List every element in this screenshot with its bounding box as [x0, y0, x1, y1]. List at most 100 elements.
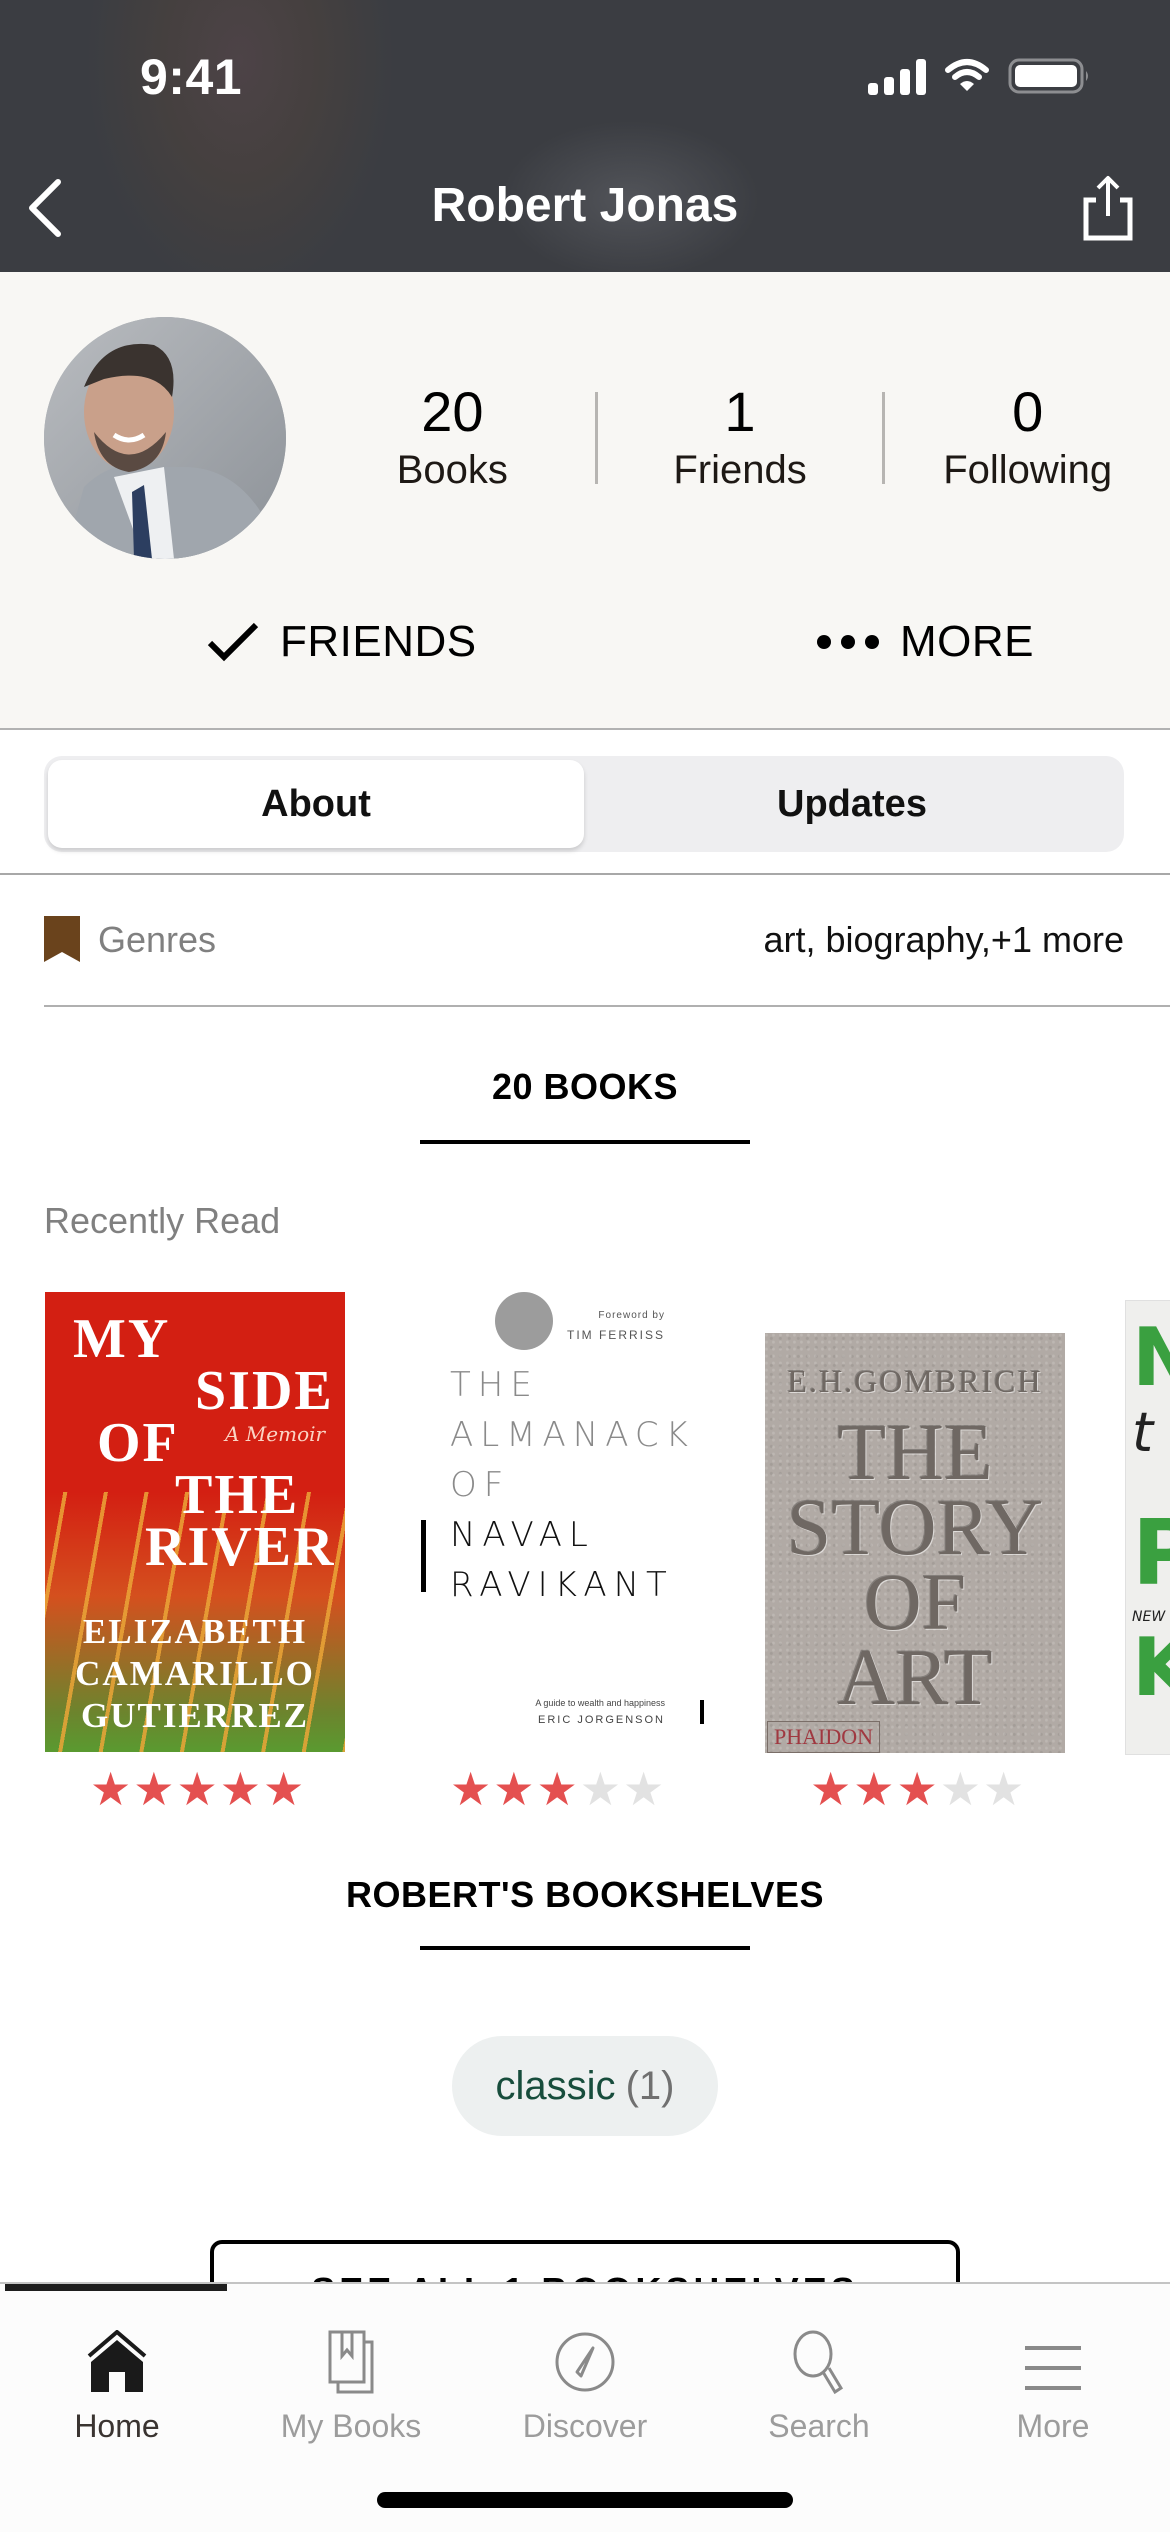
- star-empty-icon: ★: [579, 1763, 621, 1815]
- friends-count: 1: [724, 380, 756, 443]
- home-icon: [87, 2330, 147, 2392]
- cover-circle: [495, 1292, 553, 1350]
- search-icon: [793, 2330, 844, 2394]
- tab-discover[interactable]: Discover: [468, 2314, 702, 2454]
- shelf-name: classic: [495, 2063, 616, 2108]
- page-title: Robert Jonas: [431, 179, 739, 232]
- bookshelves-section-title[interactable]: ROBERT'S BOOKSHELVES: [0, 1874, 1170, 1916]
- tab-search[interactable]: Search: [702, 2314, 936, 2454]
- friends-button-label: FRIENDS: [280, 617, 477, 666]
- battery-icon: [1008, 58, 1088, 94]
- cover-title-line: RIVER: [145, 1516, 336, 1578]
- cover-bar: [421, 1520, 426, 1592]
- shelf-count: (1): [625, 2063, 675, 2108]
- star-filled-icon: ★: [90, 1763, 132, 1815]
- star-filled-icon: ★: [493, 1763, 535, 1815]
- more-dots-icon: [817, 635, 879, 649]
- star-filled-icon: ★: [536, 1763, 578, 1815]
- following-label: Following: [943, 448, 1113, 492]
- status-icons: [868, 56, 1092, 96]
- compass-icon: [555, 2332, 615, 2392]
- signal-icon: [868, 57, 926, 95]
- cover-author-line: CAMARILLO: [75, 1654, 315, 1693]
- recently-read-carousel[interactable]: MY SIDE OF A Memoir THE RIVER ELIZABETH …: [0, 1280, 1170, 1820]
- bookmark-icon: [44, 916, 80, 962]
- star-filled-icon: ★: [133, 1763, 175, 1815]
- checkmark-icon: [207, 622, 259, 662]
- profile-header: 9:41 Robert Jonas: [0, 0, 1170, 272]
- cover-title-line: RAVIKANT: [450, 1565, 674, 1605]
- star-filled-icon: ★: [853, 1763, 895, 1815]
- star-rating: ★ ★ ★ ★ ★: [450, 1766, 664, 1812]
- cover-title-line: THE: [450, 1365, 539, 1405]
- books-label: Books: [396, 448, 508, 492]
- tab-label: Discover: [522, 2408, 648, 2444]
- stat-following[interactable]: 0 Following: [885, 382, 1170, 502]
- cover-bar: [700, 1700, 704, 1724]
- share-icon: [1083, 176, 1133, 241]
- cover-title-line: K: [1132, 1621, 1170, 1714]
- stat-books[interactable]: 20 Books: [310, 382, 595, 502]
- star-empty-icon: ★: [623, 1763, 665, 1815]
- tab-more[interactable]: More: [936, 2314, 1170, 2454]
- cover-title-line: ART: [837, 1634, 993, 1722]
- home-indicator: [377, 2492, 793, 2508]
- tab-about[interactable]: About: [48, 760, 584, 848]
- cover-author-line: ELIZABETH: [82, 1612, 308, 1651]
- star-filled-icon: ★: [263, 1763, 305, 1815]
- avatar[interactable]: [44, 317, 286, 559]
- my-books-icon: [328, 2330, 374, 2394]
- cover-foreword-name: TIM FERRISS: [566, 1328, 665, 1342]
- cover-subtitle: A Memoir: [225, 1422, 326, 1446]
- profile-stats: 20 Books 1 Friends 0 Following: [310, 382, 1170, 502]
- wifi-icon: [945, 59, 989, 91]
- tab-updates[interactable]: Updates: [584, 760, 1120, 848]
- cover-title-line: THE: [175, 1464, 300, 1526]
- profile-tabs: About Updates: [44, 756, 1124, 852]
- cover-author: E.H.GOMBRICH: [787, 1363, 1043, 1399]
- book-cover[interactable]: MY SIDE OF A Memoir THE RIVER ELIZABETH …: [45, 1292, 345, 1752]
- star-rating: ★ ★ ★ ★ ★: [90, 1766, 304, 1812]
- genres-label: Genres: [98, 919, 217, 960]
- book-cover[interactable]: Foreword by TIM FERRISS THE ALMANACK OF …: [395, 1280, 725, 1755]
- tab-label: Search: [768, 2408, 870, 2444]
- section-underline: [420, 1140, 750, 1144]
- cover-title-line: OF: [450, 1465, 511, 1505]
- cover-title-line: MY: [73, 1308, 171, 1370]
- star-empty-icon: ★: [983, 1763, 1025, 1815]
- tab-home[interactable]: Home: [0, 2314, 234, 2454]
- recently-read-label: Recently Read: [44, 1200, 281, 1241]
- star-filled-icon: ★: [219, 1763, 261, 1815]
- book-cover[interactable]: N t P NEW K: [1125, 1300, 1170, 1755]
- share-button[interactable]: [1078, 172, 1138, 242]
- friends-button[interactable]: FRIENDS: [206, 602, 477, 682]
- cover-author-line: GUTIERREZ: [80, 1696, 310, 1735]
- following-count: 0: [1012, 380, 1044, 443]
- active-tab-indicator: [5, 2284, 227, 2291]
- divider: [0, 873, 1170, 875]
- tab-label: Home: [74, 2408, 160, 2444]
- book-cover[interactable]: E.H.GOMBRICH THE STORY OF ART PHAIDON: [765, 1333, 1065, 1753]
- cover-title-line: t: [1132, 1401, 1154, 1464]
- tab-my-books[interactable]: My Books: [234, 2314, 468, 2454]
- stat-friends[interactable]: 1 Friends: [598, 382, 883, 502]
- cover-title-line: STORY: [786, 1484, 1044, 1572]
- star-rating: ★ ★ ★ ★ ★: [810, 1766, 1024, 1812]
- friends-label: Friends: [673, 448, 807, 492]
- divider: [44, 1005, 1170, 1007]
- books-section-title[interactable]: 20 BOOKS: [0, 1066, 1170, 1108]
- shelf-chip[interactable]: classic (1): [452, 2036, 718, 2136]
- star-filled-icon: ★: [176, 1763, 218, 1815]
- avatar-image: [44, 317, 286, 559]
- more-button-label: MORE: [900, 617, 1034, 666]
- star-filled-icon: ★: [810, 1763, 852, 1815]
- star-filled-icon: ★: [896, 1763, 938, 1815]
- more-button[interactable]: MORE: [816, 602, 1034, 682]
- tab-label: My Books: [280, 2408, 422, 2444]
- genres-row[interactable]: Genres art, biography,+1 more: [44, 900, 1124, 980]
- genres-value: art, biography,+1 more: [763, 919, 1124, 960]
- cover-title-line: N: [1132, 1311, 1170, 1404]
- cover-foreword-label: Foreword by: [598, 1310, 665, 1321]
- cover-title-line: THE: [837, 1409, 993, 1497]
- profile-actions: FRIENDS MORE: [0, 602, 1170, 682]
